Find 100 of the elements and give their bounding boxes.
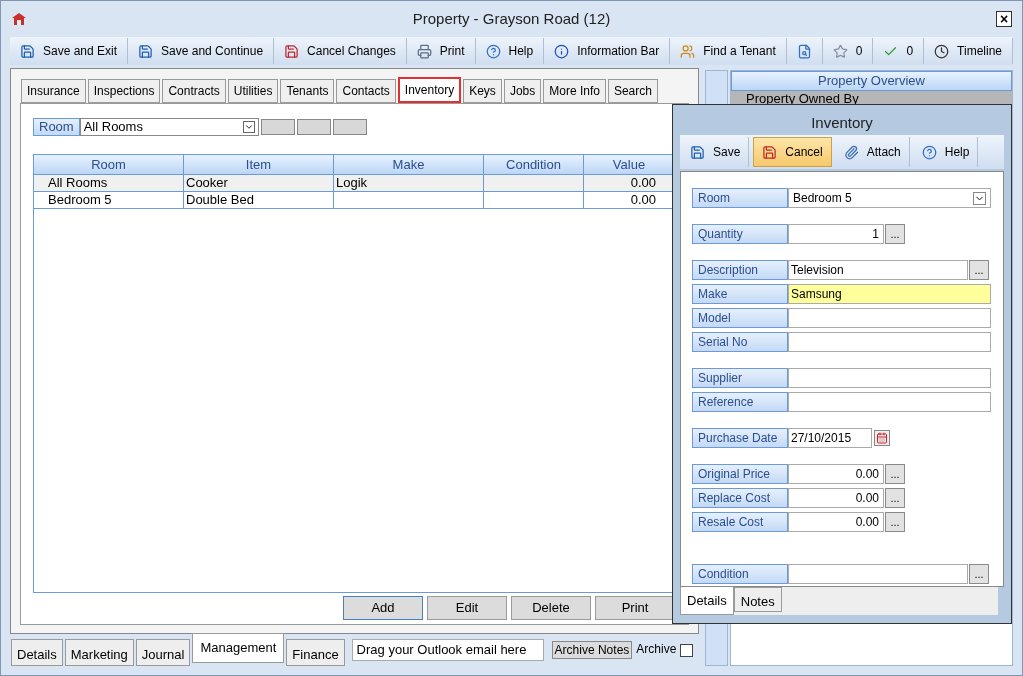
room-filter-label: Room: [33, 118, 80, 136]
tab[interactable]: More Info: [543, 79, 606, 103]
document-icon: [796, 43, 812, 59]
toolbar-button[interactable]: Find a Tenant: [670, 38, 787, 64]
more-button[interactable]: ...: [969, 260, 989, 280]
input-field[interactable]: [788, 368, 991, 388]
help-icon: [921, 144, 937, 160]
toolbar-button[interactable]: Attach: [835, 137, 910, 167]
info-icon: [554, 43, 570, 59]
room-select[interactable]: All Rooms: [79, 118, 259, 136]
table-cell: Bedroom 5: [34, 192, 184, 208]
tab[interactable]: Inspections: [87, 79, 161, 103]
more-button[interactable]: ...: [885, 488, 905, 508]
tab[interactable]: Insurance: [21, 79, 86, 103]
save-icon: [20, 43, 35, 59]
action-button[interactable]: Edit: [427, 596, 507, 620]
toolbar-button[interactable]: Information Bar: [544, 38, 671, 64]
input-field[interactable]: 0.00: [788, 512, 884, 532]
toolbar-button[interactable]: 0: [822, 38, 874, 64]
tab[interactable]: Jobs: [503, 79, 542, 103]
toolbar-button[interactable]: Save and Exit: [10, 38, 129, 64]
input-field[interactable]: [788, 392, 991, 412]
table-row[interactable]: Bedroom 5 Double Bed 0.00: [34, 192, 675, 209]
action-button[interactable]: Add: [343, 596, 423, 620]
star-icon: [832, 43, 848, 59]
more-button[interactable]: ...: [885, 464, 905, 484]
blank-button[interactable]: [260, 119, 295, 135]
room-select[interactable]: Bedroom 5: [788, 188, 991, 208]
toolbar-button[interactable]: Help: [913, 137, 979, 167]
tab[interactable]: Finance: [286, 639, 345, 666]
action-button[interactable]: Delete: [511, 596, 591, 620]
input-field[interactable]: [788, 308, 991, 328]
tab[interactable]: Search: [607, 79, 658, 103]
toolbar-button[interactable]: Cancel: [753, 137, 832, 167]
tab[interactable]: Utilities: [227, 79, 279, 103]
field-label: Quantity: [692, 224, 788, 244]
input-field[interactable]: 0.00: [788, 464, 884, 484]
calendar-icon[interactable]: [874, 430, 890, 446]
save-icon: [762, 144, 778, 160]
tab[interactable]: Keys: [463, 79, 502, 103]
help-icon: [485, 43, 501, 59]
tab[interactable]: Journal: [135, 639, 191, 666]
archive-notes-button[interactable]: Archive Notes: [551, 641, 633, 659]
tab[interactable]: Management: [192, 633, 285, 663]
input-field[interactable]: [788, 564, 968, 584]
toolbar-button[interactable]: Save and Continue: [128, 38, 275, 64]
field-label: Reference: [692, 392, 788, 412]
panel-header: Property Overview: [731, 71, 1012, 91]
table-cell: All Rooms: [34, 175, 184, 191]
save-icon: [690, 144, 705, 160]
toolbar-button[interactable]: Print: [406, 38, 476, 64]
close-button[interactable]: ×: [996, 11, 1012, 27]
tab[interactable]: Details: [680, 587, 734, 615]
tab[interactable]: Inventory: [397, 77, 462, 103]
input-field[interactable]: [788, 332, 991, 352]
field-label: Condition: [692, 564, 788, 584]
column-header[interactable]: Make: [334, 155, 484, 174]
archive-label: Archive: [636, 641, 677, 658]
toolbar-button[interactable]: 0: [873, 38, 925, 64]
column-header[interactable]: Condition: [484, 155, 584, 174]
input-field[interactable]: 0.00: [788, 488, 884, 508]
toolbar-button[interactable]: Timeline: [924, 38, 1013, 64]
blank-button[interactable]: [332, 119, 367, 135]
tab[interactable]: Notes: [733, 587, 782, 612]
chevron-down-icon: [242, 121, 255, 133]
paperclip-icon: [843, 144, 859, 160]
toolbar-button[interactable]: Cancel Changes: [274, 38, 407, 64]
column-header[interactable]: Item: [184, 155, 334, 174]
more-button[interactable]: ...: [885, 224, 905, 244]
field-label: Purchase Date: [692, 428, 788, 448]
tab[interactable]: Contacts: [336, 79, 396, 103]
archive-checkbox[interactable]: [680, 644, 694, 657]
tab[interactable]: Details: [11, 639, 63, 666]
action-button[interactable]: Print: [595, 596, 675, 620]
save-icon: [284, 43, 300, 59]
field-label: Make: [692, 284, 788, 304]
table-cell: Cooker: [184, 175, 334, 191]
more-button[interactable]: ...: [885, 512, 905, 532]
date-field[interactable]: 27/10/2015: [788, 428, 872, 448]
field-label: Original Price: [692, 464, 788, 484]
chevron-down-icon: [973, 191, 986, 205]
toolbar-button[interactable]: Help: [475, 38, 545, 64]
email-drop-zone[interactable]: Drag your Outlook email here: [351, 639, 544, 661]
blank-button[interactable]: [296, 119, 331, 135]
column-header[interactable]: Room: [34, 155, 184, 174]
tab[interactable]: Marketing: [64, 639, 134, 666]
more-button[interactable]: ...: [969, 564, 989, 584]
field-label: Serial No: [692, 332, 788, 352]
field-label: Supplier: [692, 368, 788, 388]
input-field[interactable]: Samsung: [788, 284, 991, 304]
field-label: Room: [692, 188, 788, 208]
tab[interactable]: Tenants: [280, 79, 335, 103]
toolbar-button[interactable]: Save: [682, 137, 750, 167]
tab[interactable]: Contracts: [162, 79, 226, 103]
field-label: Replace Cost: [692, 488, 788, 508]
field-label: Description: [692, 260, 788, 280]
table-row[interactable]: All Rooms Cooker Logik 0.00: [34, 175, 675, 192]
input-field[interactable]: Television: [788, 260, 968, 280]
input-field[interactable]: 1: [788, 224, 884, 244]
people-icon: [680, 43, 696, 59]
